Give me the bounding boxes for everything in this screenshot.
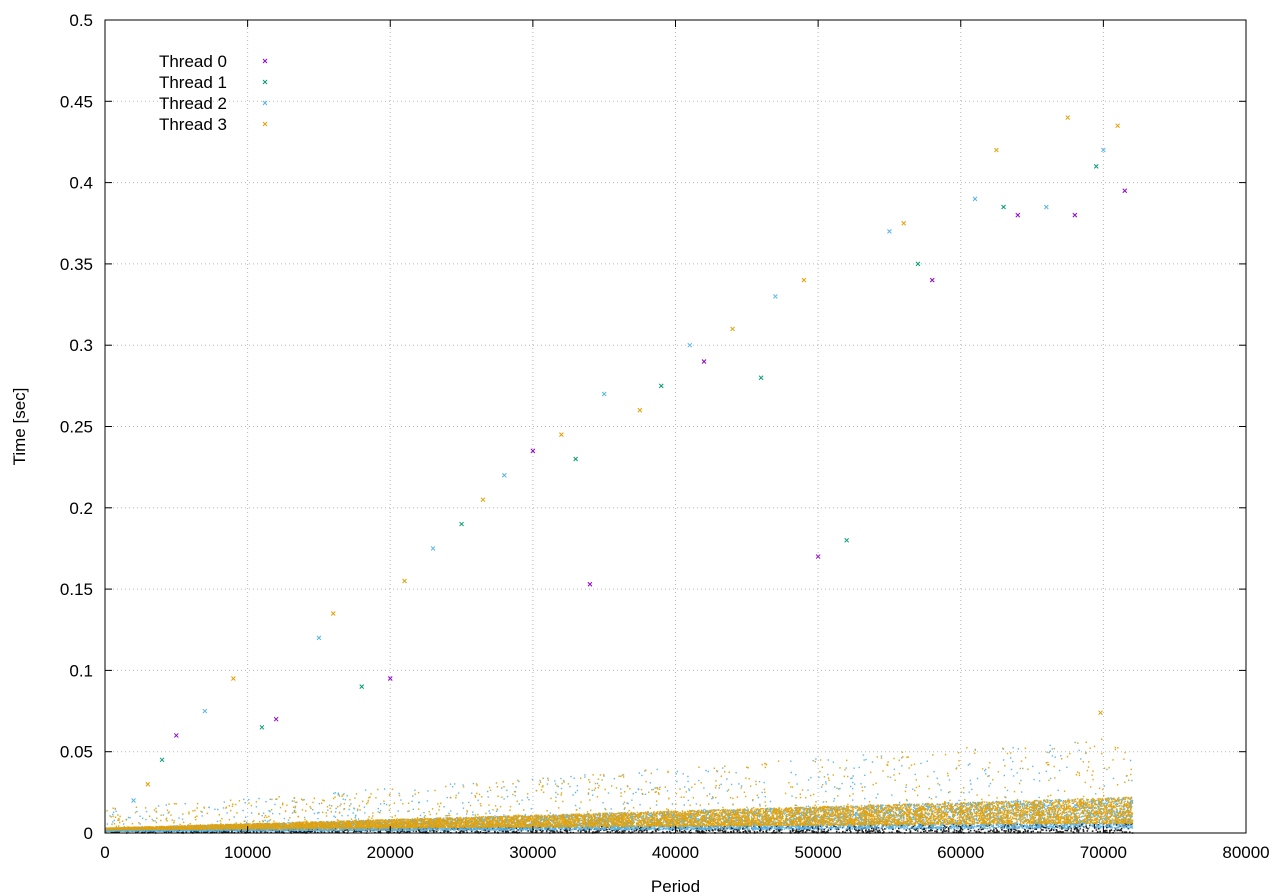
scatter-chart: 0 10000 20000 30000 40000 50000 60000 70000 8000… — [10, 11, 1270, 896]
x-tick-label: 30000 — [509, 843, 556, 862]
legend-marker — [262, 58, 268, 64]
data-point — [330, 611, 336, 616]
dense-band-orange — [105, 738, 1134, 831]
y-tick-label: 0 — [84, 824, 93, 843]
y-tick-label: 0.4 — [69, 174, 93, 193]
data-point — [801, 277, 807, 283]
data-point — [929, 277, 935, 283]
data-point — [480, 497, 486, 503]
data-point — [1043, 204, 1049, 210]
data-point — [501, 472, 507, 478]
data-point — [815, 554, 821, 559]
x-tick-label: 70000 — [1080, 843, 1127, 862]
x-tick-label: 20000 — [367, 843, 414, 862]
data-point — [687, 342, 693, 348]
y-tick-label: 0.1 — [69, 661, 93, 680]
data-point — [1098, 710, 1103, 716]
data-point — [145, 781, 151, 787]
legend-label: Thread 0 — [159, 52, 227, 71]
data-point — [1093, 163, 1099, 169]
data-point — [459, 521, 464, 527]
data-point — [316, 635, 322, 641]
data-point — [915, 261, 921, 267]
data-point — [844, 537, 850, 543]
data-point — [259, 724, 265, 730]
grid — [105, 20, 1246, 833]
data-point — [1065, 115, 1071, 120]
data-point — [972, 196, 978, 202]
data-point — [159, 757, 165, 763]
dense-band-orange-marks — [105, 738, 1134, 831]
legend-label: Thread 3 — [159, 115, 227, 134]
data-point — [1001, 204, 1006, 210]
x-tick-label: 50000 — [794, 843, 841, 862]
plot-area — [105, 115, 1134, 834]
y-tick-label: 0.5 — [69, 11, 93, 30]
y-tick-label: 0.3 — [69, 336, 93, 355]
data-point — [1122, 188, 1128, 194]
data-point — [202, 708, 208, 714]
x-axis-label: Period — [651, 877, 700, 896]
legend-label: Thread 1 — [159, 73, 227, 92]
x-tick-label: 60000 — [937, 843, 984, 862]
data-point — [658, 383, 664, 389]
data-point — [573, 456, 579, 462]
data-point — [430, 546, 436, 551]
x-tick-label: 80000 — [1222, 843, 1269, 862]
data-point — [994, 147, 999, 153]
y-axis-label: Time [sec] — [10, 388, 29, 466]
legend-marker — [262, 121, 268, 127]
series-2 — [131, 147, 1106, 803]
data-point — [701, 359, 707, 364]
data-point — [273, 716, 279, 722]
data-point — [772, 294, 778, 299]
y-tick-label: 0.2 — [69, 499, 93, 518]
data-point — [587, 581, 593, 587]
plot-frame — [104, 19, 1247, 834]
data-point — [1015, 212, 1021, 218]
data-point — [601, 391, 607, 397]
data-point — [231, 676, 236, 681]
series-3 — [145, 115, 1120, 787]
data-point — [387, 676, 393, 681]
data-point — [1115, 123, 1120, 129]
data-point — [359, 684, 365, 690]
data-point — [402, 578, 407, 584]
y-tick-label: 0.45 — [60, 92, 93, 111]
legend: Thread 0 Thread 1 Thread 2 Thread 3 — [159, 52, 268, 134]
data-point — [1072, 212, 1078, 218]
x-axis: 0 10000 20000 30000 40000 50000 60000 70000 8000… — [100, 20, 1270, 862]
y-tick-label: 0.25 — [60, 418, 93, 437]
series-1 — [159, 163, 1099, 763]
data-point — [730, 326, 735, 332]
data-point — [758, 375, 764, 381]
series-0 — [173, 188, 1128, 738]
x-tick-label: 0 — [100, 843, 109, 862]
data-point — [637, 407, 643, 413]
legend-marker — [262, 79, 268, 85]
data-point — [559, 432, 564, 437]
legend-label: Thread 2 — [159, 94, 227, 113]
y-tick-label: 0.15 — [60, 580, 93, 599]
x-tick-label: 10000 — [224, 843, 271, 862]
data-point — [887, 229, 892, 234]
data-point — [131, 798, 136, 803]
y-tick-label: 0.05 — [60, 743, 93, 762]
x-tick-label: 40000 — [652, 843, 699, 862]
y-tick-label: 0.35 — [60, 255, 93, 274]
data-point — [173, 733, 179, 738]
data-point — [901, 220, 907, 226]
